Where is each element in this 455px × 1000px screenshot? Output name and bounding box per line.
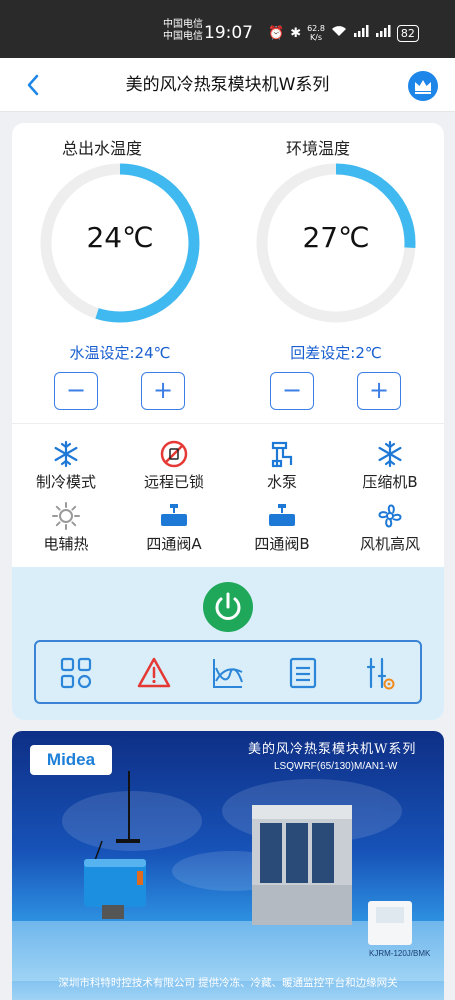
thermostat-label: KJRM-120J/BMK <box>369 949 431 958</box>
remote-locked-icon <box>160 440 188 468</box>
snowflake-icon <box>378 440 402 468</box>
banner-footer: 深圳市科特时控技术有限公司 提供冷冻、冷藏、暖通监控平台和边缘网关 <box>58 977 398 989</box>
page-title: 美的风冷热泵模块机W系列 <box>125 75 330 95</box>
status-remote-locked: 远程已锁 <box>120 439 228 492</box>
divider <box>12 423 444 424</box>
clock: 19:07 <box>204 23 253 43</box>
snowflake-icon <box>54 440 78 468</box>
status-compressor-b: 压缩机B <box>336 439 444 492</box>
net-speed: 62.8 K/s <box>307 24 325 42</box>
status-aux-heat: 电辅热 <box>12 501 120 554</box>
banner-title: 美的风冷热泵模块机W系列 <box>248 742 417 757</box>
tool-bar <box>34 640 422 704</box>
carrier-2: 中国电信 <box>163 31 203 42</box>
brand-logo: Midea <box>30 745 112 775</box>
diff-minus-button[interactable]: − <box>270 372 314 410</box>
crown-icon <box>415 80 431 94</box>
nav-bar: 美的风冷热泵模块机W系列 <box>0 58 455 112</box>
status-icons: ⏰ ✱ 62.8 K/s 82 <box>268 24 419 42</box>
carrier-text: 中国电信 中国电信 <box>163 19 203 43</box>
gauge-value-ambient: 27℃ <box>302 221 370 254</box>
sun-icon <box>52 502 80 530</box>
water-temp-setting: 水温设定:24℃ <box>69 344 171 362</box>
settings-sliders-icon[interactable] <box>362 656 396 690</box>
power-button[interactable] <box>203 582 253 632</box>
gauge-value-outlet-water: 24℃ <box>86 221 154 254</box>
signal-icon <box>353 25 369 41</box>
status-valve-b: 四通阀B <box>228 501 336 554</box>
status-pump: 水泵 <box>228 439 336 492</box>
valve-icon <box>269 504 295 526</box>
status-valve-a: 四通阀A <box>120 501 228 554</box>
status-bar: 中国电信 中国电信 19:07 ⏰ ✱ 62.8 K/s 82 <box>0 0 455 58</box>
banner-model: LSQWRF(65/130)M/AN1-W <box>274 761 398 772</box>
list-icon[interactable] <box>286 656 320 690</box>
fan-icon <box>378 504 402 528</box>
status-fan-high: 风机高风 <box>336 501 444 554</box>
gauge-label-ambient: 环境温度 <box>285 139 350 158</box>
alarm-icon[interactable] <box>137 656 171 690</box>
diff-setting: 回差设定:2℃ <box>290 344 382 362</box>
vip-button[interactable] <box>408 71 438 101</box>
grid-icon[interactable] <box>59 656 93 690</box>
water-temp-plus-button[interactable]: + <box>141 372 185 410</box>
pump-icon <box>271 441 293 468</box>
product-banner[interactable]: Midea 美的风冷热泵模块机W系列 LSQWRF(65/130)M/AN1-W… <box>12 731 444 1000</box>
valve-icon <box>161 504 187 526</box>
bluetooth-icon: ✱ <box>290 25 302 41</box>
status-cooling-mode: 制冷模式 <box>12 439 120 492</box>
power-icon <box>215 592 241 620</box>
wifi-icon <box>331 25 347 41</box>
device-card: 总出水温度 环境温度 24℃ 27℃ 水温设定:24℃ 回差设定:2℃ − + … <box>12 123 444 720</box>
battery-icon: 82 <box>396 24 419 42</box>
diff-plus-button[interactable]: + <box>357 372 401 410</box>
control-panel <box>12 567 444 720</box>
carrier-1: 中国电信 <box>163 19 203 30</box>
water-temp-minus-button[interactable]: − <box>54 372 98 410</box>
gauge-label-outlet-water: 总出水温度 <box>61 139 142 158</box>
curve-icon[interactable] <box>211 656 245 690</box>
signal-icon-2 <box>375 25 391 41</box>
alarm-clock-icon: ⏰ <box>268 25 285 41</box>
